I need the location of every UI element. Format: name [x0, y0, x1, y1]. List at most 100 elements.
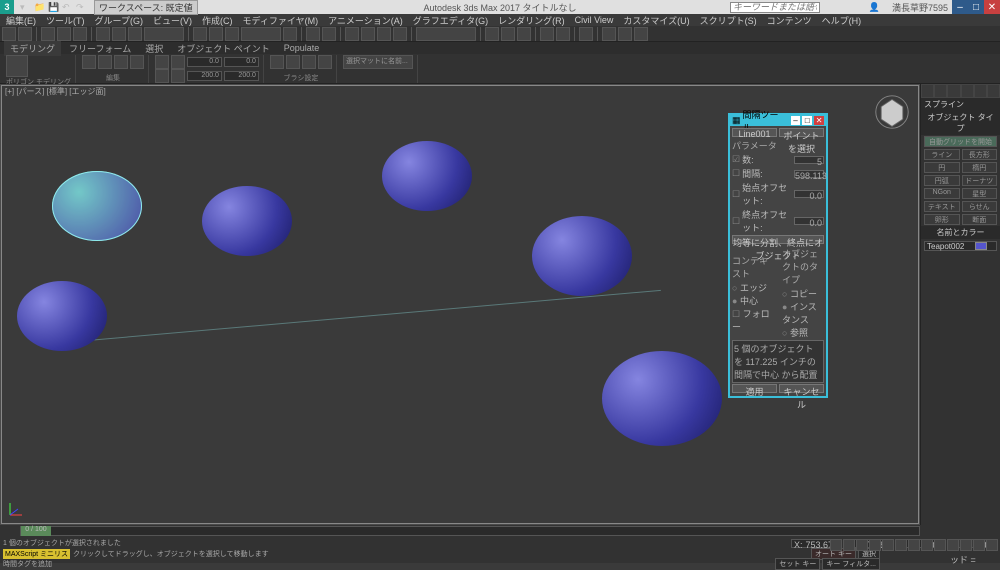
menu-content[interactable]: コンテンツ — [763, 14, 816, 27]
motion-tab[interactable] — [961, 84, 974, 98]
material-editor-button[interactable] — [579, 27, 593, 41]
menu-edit[interactable]: 編集(E) — [2, 14, 40, 27]
menu-grapheditor[interactable]: グラフエディタ(G) — [409, 14, 492, 27]
keyfilter-button[interactable]: キー フィルタ... — [822, 558, 880, 570]
material-dropdown[interactable]: 選択マットに名前... — [343, 55, 413, 69]
qat-save-icon[interactable]: 💾 — [48, 2, 58, 12]
ellipse-button[interactable]: 楕円 — [962, 162, 998, 173]
setkey-button[interactable]: セット キー — [775, 558, 820, 570]
count-spinner[interactable]: 5 — [794, 156, 824, 164]
ribbon-tab-selection[interactable]: 選択 — [139, 41, 169, 56]
teapot-selected[interactable] — [52, 171, 142, 241]
select-name-button[interactable] — [112, 27, 126, 41]
donut-button[interactable]: ドーナツ — [962, 175, 998, 186]
next-frame-icon[interactable] — [869, 539, 881, 551]
teapot-instance-4[interactable] — [602, 351, 722, 446]
line-button[interactable]: ライン — [924, 149, 960, 160]
section-button[interactable]: 断面 — [962, 214, 998, 225]
brush2-icon[interactable] — [155, 69, 169, 83]
manipulate-button[interactable] — [306, 27, 320, 41]
star-button[interactable]: 星型 — [962, 188, 998, 199]
play-icon[interactable] — [856, 539, 868, 551]
dialog-titlebar[interactable]: ▦ 間隔ツール ‒ □ ✕ — [730, 115, 826, 126]
undo-button[interactable] — [2, 27, 16, 41]
maxscript-tag[interactable]: MAXScript ミニリス — [3, 549, 70, 559]
follow-checkbox[interactable]: フォロー — [732, 307, 774, 333]
modify-tab[interactable] — [934, 84, 947, 98]
menu-customize[interactable]: カスタマイズ(U) — [619, 14, 693, 27]
end-offset-spinner[interactable]: 0.0 — [794, 217, 824, 225]
spacing-spinner[interactable]: 598.113 — [794, 170, 824, 178]
eraser2-icon[interactable] — [171, 69, 185, 83]
qat-new-icon[interactable]: ▾ — [20, 2, 30, 12]
viewcube[interactable] — [874, 94, 910, 130]
brush-c-icon[interactable] — [302, 55, 316, 69]
pick-path-button[interactable]: Line001 — [732, 128, 777, 137]
tag-button[interactable]: 時間タグを追加 — [3, 559, 52, 569]
search-input[interactable] — [730, 2, 820, 13]
menu-modifier[interactable]: モディファイヤ(M) — [238, 14, 322, 27]
spinner-y[interactable]: 0.0 — [224, 57, 259, 67]
brush-d-icon[interactable] — [318, 55, 332, 69]
menu-view[interactable]: ビュー(V) — [149, 14, 196, 27]
ribbon-tab-freeform[interactable]: フリーフォーム — [63, 41, 137, 56]
time-slider[interactable]: 0 / 100 — [20, 526, 920, 536]
filter-dropdown[interactable] — [144, 27, 184, 41]
orbit-icon[interactable] — [947, 539, 959, 551]
time-config-icon[interactable] — [908, 539, 920, 551]
egg-button[interactable]: 卵形 — [924, 214, 960, 225]
teapot-instance-2[interactable] — [382, 141, 472, 211]
schematic-button[interactable] — [556, 27, 570, 41]
ribbon-tab-objectpaint[interactable]: オブジェクト ペイント — [171, 41, 276, 56]
fill-button[interactable] — [114, 55, 128, 69]
spacing-checkbox[interactable] — [732, 168, 740, 179]
mirror-button[interactable] — [485, 27, 499, 41]
brush-icon[interactable] — [155, 55, 169, 69]
close-button[interactable]: ✕ — [984, 0, 1000, 14]
brush-b-icon[interactable] — [286, 55, 300, 69]
cancel-button[interactable]: キャンセル — [779, 384, 824, 393]
scale-button[interactable] — [225, 27, 239, 41]
dialog-minimize-button[interactable]: ‒ — [791, 116, 801, 125]
utilities-tab[interactable] — [987, 84, 1000, 98]
named-sel-dropdown[interactable] — [416, 27, 476, 41]
rectangle-button[interactable]: 長方形 — [962, 149, 998, 160]
start-offset-checkbox[interactable] — [732, 189, 740, 200]
pick-points-button[interactable]: ポイントを選択 — [779, 128, 824, 137]
edge-radio[interactable]: エッジ — [732, 281, 774, 294]
reference-radio[interactable]: 参照 — [782, 326, 824, 339]
workspace-dropdown[interactable]: ワークスペース: 既定値 — [94, 0, 198, 15]
prev-frame-icon[interactable] — [843, 539, 855, 551]
menu-animation[interactable]: アニメーション(A) — [324, 14, 407, 27]
paint-button[interactable] — [98, 55, 112, 69]
name-color-rollout[interactable]: 名前とカラー — [921, 226, 1000, 239]
create-tab[interactable] — [921, 84, 934, 98]
curve-editor-button[interactable] — [540, 27, 554, 41]
spline-button[interactable] — [130, 55, 144, 69]
menu-civilview[interactable]: Civil View — [571, 15, 618, 25]
percent-snap-icon[interactable] — [377, 27, 391, 41]
object-color-swatch[interactable] — [975, 242, 987, 250]
polygon-modeling-button[interactable] — [6, 55, 28, 77]
copy-radio[interactable]: コピー — [782, 287, 824, 300]
spacing-tool-dialog[interactable]: ▦ 間隔ツール ‒ □ ✕ Line001 ポイントを選択 パラメータ 数: 5… — [728, 113, 828, 398]
spinner-snap-icon[interactable] — [393, 27, 407, 41]
menu-rendering[interactable]: レンダリング(R) — [494, 14, 569, 27]
user-label[interactable]: 満長草野7595 — [892, 1, 948, 14]
align-button[interactable] — [501, 27, 515, 41]
link-button[interactable] — [41, 27, 55, 41]
pan-icon[interactable] — [934, 539, 946, 551]
qat-open-icon[interactable]: 📁 — [34, 2, 44, 12]
hierarchy-tab[interactable] — [947, 84, 960, 98]
menu-help[interactable]: ヘルプ(H) — [818, 14, 866, 27]
goto-end-icon[interactable] — [882, 539, 894, 551]
qat-undo-icon[interactable]: ↶ — [62, 2, 72, 12]
ngon-button[interactable]: NGon — [924, 188, 960, 199]
dialog-close-button[interactable]: ✕ — [814, 116, 824, 125]
menu-group[interactable]: グループ(G) — [91, 14, 147, 27]
keyboard-button[interactable] — [322, 27, 336, 41]
ribbon-tab-populate[interactable]: Populate — [278, 42, 326, 54]
brush-a-icon[interactable] — [270, 55, 284, 69]
helix-button[interactable]: らせん — [962, 201, 998, 212]
start-offset-spinner[interactable]: 0.0 — [794, 190, 824, 198]
